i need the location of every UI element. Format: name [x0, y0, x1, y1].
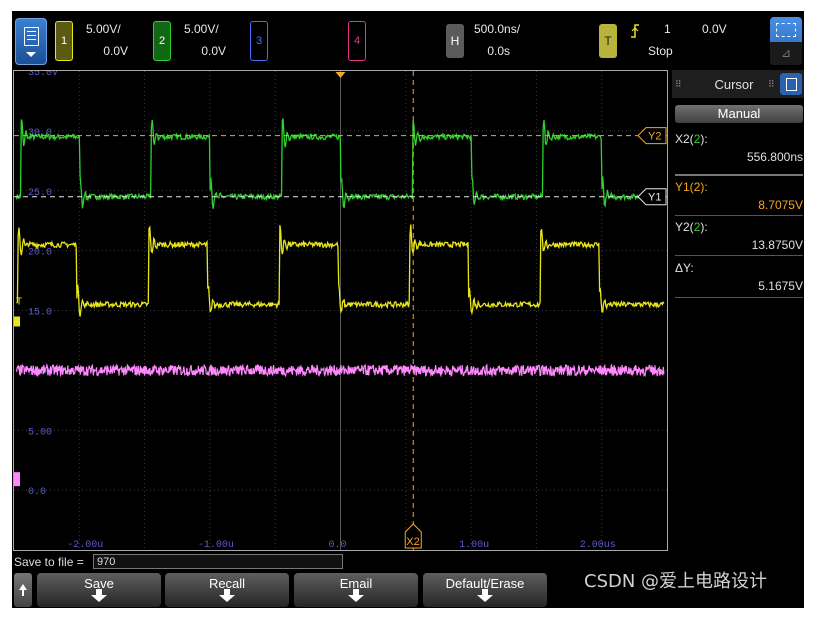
channel-4-number: 4 [353, 35, 361, 47]
touch-select-button[interactable]: ⊿ [770, 17, 802, 65]
x-axis-tick-label: 2.00us [580, 540, 616, 550]
gesture-icon[interactable]: ⊿ [770, 42, 802, 65]
drag-grip-icon[interactable]: ⠿ [768, 79, 775, 90]
channel-4-ground-marker [14, 472, 20, 487]
cursor-mode-button[interactable]: Manual [675, 105, 803, 123]
channel-2-offset: 0.0V [201, 44, 226, 58]
x-axis-tick-label: -2.00u [67, 540, 103, 550]
channel-3-number: 3 [255, 35, 263, 47]
y-axis-tick-label: 15.0 [28, 308, 52, 319]
trigger-button[interactable]: T [599, 24, 617, 58]
timebase-value: 500.0ns/ [474, 22, 521, 36]
divider [675, 297, 803, 298]
cursor-y2-value: 13.8750V [751, 238, 803, 252]
y-axis-tick-label: 25.0 [28, 188, 52, 199]
channel-1-scale: 5.00V/ [86, 22, 121, 36]
channel-2-button[interactable]: 2 [153, 21, 171, 61]
divider [675, 215, 803, 216]
arrow-down-icon [91, 595, 107, 602]
delay-value: 0.0s [487, 44, 510, 58]
cursor-y1-value: 8.7075V [758, 198, 803, 212]
horizontal-label: H [450, 34, 460, 48]
cursor-y2-tag-text: Y2 [648, 131, 661, 143]
channel-1-ground-marker [14, 316, 20, 327]
y-axis-tick-label: 5.00 [28, 427, 52, 438]
arrow-down-icon [477, 595, 493, 602]
channel-1-number: 1 [60, 35, 68, 47]
email-softkey[interactable]: Email [294, 573, 418, 607]
y-axis-tick-label: 20.0 [28, 248, 52, 259]
cursor-panel: ⠿ Cursor ⠿ Manual X2(2): 556.800ns Y1(2)… [672, 70, 804, 551]
chevron-down-icon [26, 52, 36, 57]
acquisition-state: Stop [648, 44, 673, 58]
drag-grip-icon[interactable]: ⠿ [675, 79, 682, 90]
channel-1-button[interactable]: 1 [55, 21, 73, 61]
channel-2-scale: 5.00V/ [184, 22, 219, 36]
trigger-position-marker [335, 72, 346, 78]
cursor-x2-value: 556.800ns [746, 150, 803, 164]
arrow-down-icon [348, 595, 364, 602]
trigger-source: 1 [664, 22, 671, 36]
x-axis-tick-label: 1.00u [459, 540, 489, 550]
csdn-watermark: CSDN @爱上电路设计 [584, 571, 768, 592]
recall-softkey[interactable]: Recall [165, 573, 289, 607]
main-menu-button[interactable] [15, 18, 47, 65]
channel-2-number: 2 [158, 35, 166, 47]
channel-1-offset: 0.0V [103, 44, 128, 58]
waveform-plot: 35.0V30.025.020.015.010.05.000.0-2.00u -1… [14, 71, 667, 550]
save-softkey[interactable]: Save [37, 573, 161, 607]
cursor-y1-readout[interactable]: Y1(2): 8.7075V [675, 180, 803, 216]
menu-icon [24, 27, 39, 46]
panel-menu-icon[interactable] [780, 73, 802, 95]
oscilloscope-screen: 1 5.00V/ 0.0V 2 5.00V/ 0.0V 3 4 H 500.0n… [12, 11, 804, 608]
channel-3-button[interactable]: 3 [250, 21, 268, 61]
rising-edge-icon [631, 24, 639, 38]
x-axis-tick-label: -1.00u [198, 540, 234, 550]
channel-4-button[interactable]: 4 [348, 21, 366, 61]
filename-input[interactable]: 970 [93, 554, 343, 569]
trigger-level: 0.0V [702, 22, 727, 36]
waveform-display[interactable]: 35.0V 30.0 25.0 20.0 15.0 10.0 5.00 0.0 -2.00u -1… [13, 70, 668, 551]
cursor-x2-readout[interactable]: X2(2): 556.800ns [675, 132, 803, 168]
top-status-bar: 1 5.00V/ 0.0V 2 5.00V/ 0.0V 3 4 H 500.0n… [12, 11, 804, 69]
y-axis-tick-label: 35.0V [28, 71, 58, 79]
menu-up-button[interactable] [14, 573, 32, 607]
cursor-delta-y-value: 5.1675V [758, 279, 803, 293]
horizontal-button[interactable]: H [446, 24, 464, 58]
cursor-delta-y-label: ΔY: [675, 261, 694, 275]
cursor-y2-label: Y2(2): [675, 220, 708, 234]
cursor-y1-tag-text: Y1 [648, 192, 661, 204]
default-erase-softkey[interactable]: Default/Erase [423, 573, 547, 607]
selection-box-icon [776, 23, 796, 37]
trigger-label: T [604, 34, 612, 48]
divider [675, 174, 803, 176]
cursor-delta-y-readout: ΔY: 5.1675V [675, 261, 803, 297]
save-to-file-label: Save to file = [14, 555, 84, 569]
trigger-level-marker-text: T [16, 297, 22, 308]
divider [675, 255, 803, 256]
cursor-x2-text: X2 [406, 536, 419, 548]
cursor-x2-label: X2(2): [675, 132, 708, 146]
y-axis-tick-label: 0.0 [28, 487, 46, 498]
cursor-panel-title: Cursor [714, 77, 754, 92]
cursor-y1-label: Y1(2): [675, 180, 708, 194]
arrow-down-icon [219, 595, 235, 602]
x-axis-tick-label: 0.0 [329, 540, 347, 550]
cursor-y2-readout[interactable]: Y2(2): 13.8750V [675, 220, 803, 256]
cursor-panel-header: ⠿ Cursor ⠿ [672, 70, 804, 98]
